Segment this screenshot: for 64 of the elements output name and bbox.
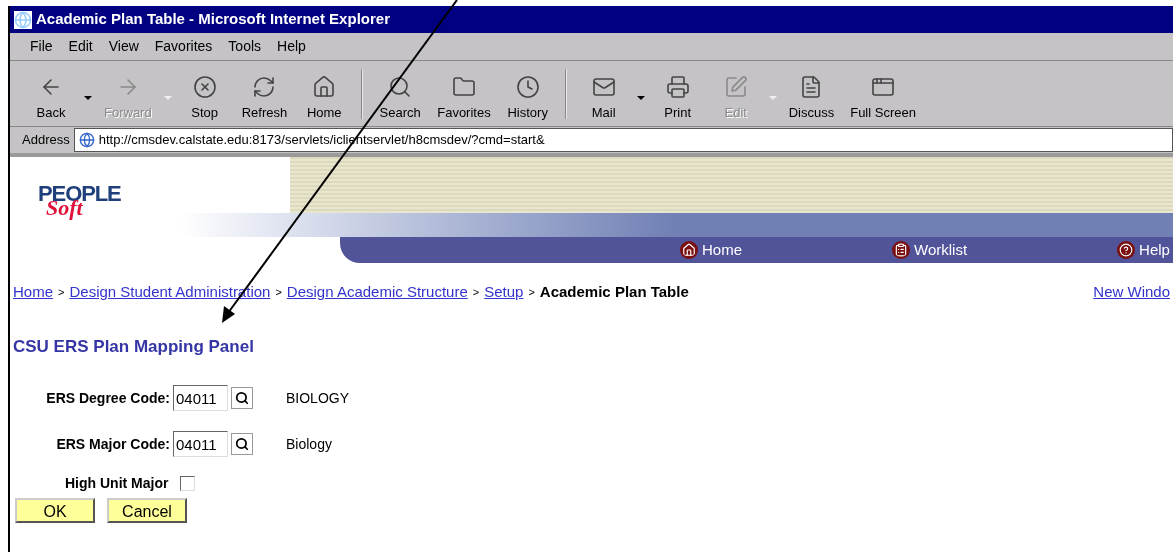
window-icon [871, 75, 896, 99]
breadcrumb-separator: > [275, 285, 282, 300]
window-title: Academic Plan Table - Microsoft Internet Explorer [36, 9, 390, 30]
list-icon [892, 241, 910, 259]
search-icon [235, 437, 249, 451]
new-window-link[interactable]: New Windo [1093, 281, 1170, 304]
dropdown-caret-icon[interactable] [636, 95, 645, 100]
menu-item[interactable]: Favorites [154, 36, 213, 57]
dropdown-caret-icon[interactable] [84, 95, 92, 100]
clock-icon [515, 75, 540, 99]
browser-icon [14, 10, 32, 29]
field-description: Biology [286, 434, 333, 454]
folder-icon [451, 75, 476, 99]
toolbar-button[interactable]: Search [371, 64, 430, 123]
lookup-button[interactable] [231, 387, 253, 409]
checkbox-label: High Unit Major [65, 474, 169, 493]
field-label: ERS Degree Code: [45, 388, 170, 408]
toolbar-button[interactable]: Stop [175, 64, 234, 123]
nav-link[interactable]: Worklist [892, 238, 968, 262]
peoplesoft-logo: PEOPLE Soft [38, 183, 121, 219]
edit-icon [723, 75, 748, 99]
toolbar-button[interactable]: History [498, 64, 557, 123]
field-label: ERS Major Code: [55, 434, 170, 454]
help-icon [1117, 241, 1136, 259]
breadcrumb-current: Academic Plan Table [539, 282, 689, 302]
toolbar-button[interactable]: Favorites [429, 64, 499, 123]
menu-item[interactable]: View [108, 36, 139, 57]
search-icon [235, 391, 249, 405]
form-button[interactable]: OK [15, 498, 95, 523]
breadcrumb-link[interactable]: Home [13, 281, 53, 304]
lookup-button[interactable] [231, 433, 253, 455]
panel-title: CSU ERS Plan Mapping Panel [12, 335, 255, 358]
breadcrumb-link[interactable]: Design Academic Structure [286, 281, 468, 304]
home-icon [680, 241, 698, 259]
toolbar-button[interactable]: Refresh [233, 64, 296, 123]
toolbar-button[interactable]: Back [22, 64, 80, 123]
home-icon [312, 75, 337, 99]
checkbox[interactable] [180, 476, 196, 491]
field-description: BIOLOGY [286, 388, 351, 408]
breadcrumb-separator: > [528, 285, 535, 300]
stop-icon [192, 75, 217, 99]
breadcrumb-separator: > [58, 285, 65, 300]
menu-item[interactable]: File [30, 36, 53, 57]
code-field[interactable]: 04011 [173, 385, 228, 411]
breadcrumb-link[interactable]: Setup [484, 281, 524, 304]
refresh-icon [252, 75, 277, 99]
menu-item[interactable]: Help [277, 36, 306, 57]
form-button[interactable]: Cancel [107, 498, 187, 523]
toolbar-button[interactable]: Discuss [780, 64, 843, 123]
search-icon [388, 75, 413, 99]
toolbar-button[interactable]: Home [295, 64, 354, 123]
address-label: Address [22, 131, 70, 150]
code-field[interactable]: 04011 [173, 431, 228, 457]
toolbar-button[interactable]: Mail [574, 64, 633, 123]
page-icon [78, 132, 95, 148]
menu-item[interactable]: Edit [68, 36, 93, 57]
toolbar-button[interactable]: Print [648, 64, 707, 123]
menu-item[interactable]: Tools [228, 36, 262, 57]
nav-link[interactable]: Home [680, 238, 742, 262]
toolbar-button[interactable]: Full Screen [842, 64, 924, 123]
nav-link[interactable]: Help [1117, 238, 1170, 262]
printer-icon [665, 75, 690, 99]
mail-icon [591, 75, 616, 99]
breadcrumb-separator: > [472, 285, 480, 300]
